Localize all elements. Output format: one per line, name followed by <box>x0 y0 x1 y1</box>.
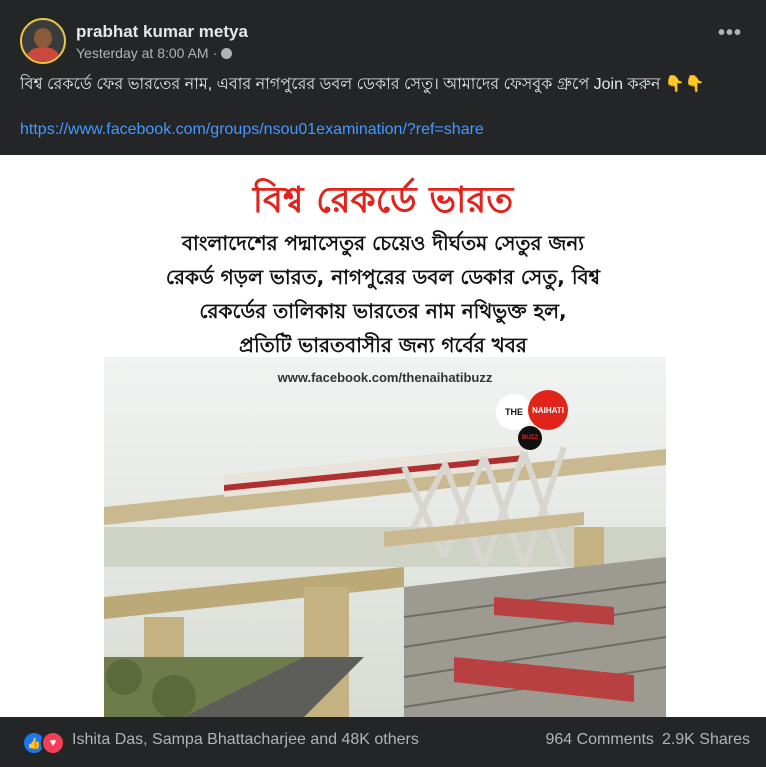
love-icon: ♥ <box>41 731 65 755</box>
timestamp[interactable]: Yesterday at 8:00 AM <box>76 45 209 61</box>
image-line: রেকর্ডের তালিকায় ভারতের নাম নথিভুক্ত হল… <box>199 299 567 323</box>
logo-naihati: NAIHATI <box>528 390 568 430</box>
author-name[interactable]: prabhat kumar metya <box>76 22 248 42</box>
image-title: বিশ্ব রেকর্ডে ভারত <box>252 180 514 221</box>
meta-separator: · <box>212 45 218 61</box>
reaction-icons[interactable]: 👍 ♥ <box>22 731 65 755</box>
comments-count[interactable]: 964 Comments <box>545 731 654 749</box>
post-text: বিশ্ব রেকর্ডে ফের ভারতের নাম, এবার নাগপু… <box>20 76 705 93</box>
more-options-icon[interactable]: ••• <box>718 23 742 44</box>
shares-count[interactable]: 2.9K Shares <box>662 731 750 749</box>
reactors-summary[interactable]: Ishita Das, Sampa Bhattacharjee and 48K … <box>72 731 419 749</box>
image-watermark: www.facebook.com/thenaihatibuzz <box>277 370 493 385</box>
image-line: বাংলাদেশের পদ্মাসেতুর চেয়েও দীর্ঘতম সেত… <box>181 231 585 255</box>
engagement-counts: 964 Comments 2.9K Shares <box>545 731 750 749</box>
logo-buzz: BUZZ <box>518 426 542 450</box>
naihati-buzz-logo: THE NAIHATI BUZZ <box>496 390 568 450</box>
post-meta: Yesterday at 8:00 AM · <box>76 45 233 61</box>
bridge-scene <box>104 357 666 717</box>
post-header: prabhat kumar metya Yesterday at 8:00 AM… <box>0 0 766 70</box>
globe-icon <box>221 47 233 59</box>
post-link[interactable]: https://www.facebook.com/groups/nsou01ex… <box>20 121 484 139</box>
image-line: রেকর্ড গড়ল ভারত, নাগপুরের ডবল ডেকার সেত… <box>165 265 601 289</box>
post-image[interactable]: বিশ্ব রেকর্ডে ভারত বাংলাদেশের পদ্মাসেতুর… <box>0 155 766 717</box>
avatar[interactable] <box>20 18 66 64</box>
post-card: prabhat kumar metya Yesterday at 8:00 AM… <box>0 0 766 767</box>
logo-the: THE <box>496 394 532 430</box>
post-footer: 👍 ♥ Ishita Das, Sampa Bhattacharjee and … <box>0 717 766 767</box>
